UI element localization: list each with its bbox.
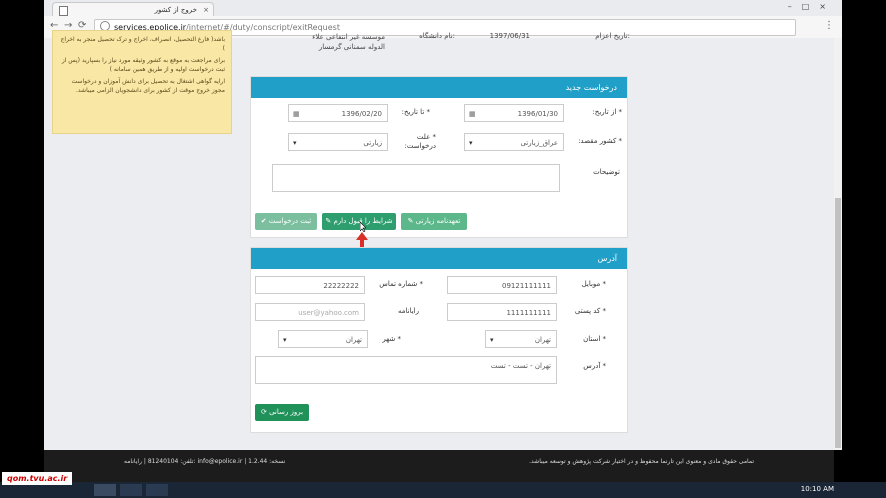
address-label: * آدرس <box>583 362 606 370</box>
close-window-icon[interactable]: × <box>819 2 836 11</box>
maximize-icon[interactable]: □ <box>802 2 820 11</box>
from-date-input[interactable]: ▦ 1396/01/30 <box>464 104 564 122</box>
wrench-icon: ✎ <box>407 217 416 225</box>
description-label: توضیحات <box>593 168 620 176</box>
page-icon <box>59 6 68 16</box>
taskbar-clock: 10:10 AM <box>800 485 834 493</box>
accept-terms-button[interactable]: ✎ شرایط را قبول دارم <box>322 213 396 230</box>
from-date-value: 1396/01/30 <box>517 110 558 118</box>
scrollbar[interactable] <box>834 38 842 450</box>
close-icon[interactable]: × <box>203 3 209 17</box>
phone-label: * شماره تماس <box>379 280 423 288</box>
mobile-input[interactable]: 09121111111 <box>447 276 557 294</box>
menu-icon[interactable]: ⋮ <box>824 20 834 31</box>
notice-line: باشد( فارغ التحصیل، انصراف، اخراج و ترک … <box>60 36 225 52</box>
chevron-down-icon: ▾ <box>490 336 494 344</box>
phone-input[interactable]: 22222222 <box>255 276 365 294</box>
address-textarea[interactable]: تهران - تست - تست <box>255 356 557 384</box>
notice-box: باشد( فارغ التحصیل، انصراف، اخراج و ترک … <box>52 30 232 134</box>
summary-row: تاریخ اعزام: 1397/06/31 نام دانشگاه: موس… <box>250 30 630 72</box>
footer-copyright: تمامی حقوق مادی و معنوی این تارنما محفوظ… <box>529 458 754 465</box>
to-date-value: 1396/02/20 <box>341 110 382 118</box>
city-label: * شهر <box>382 335 401 343</box>
site-footer: تلفن: 81240104 | رایانامه: info@epolice.… <box>44 450 834 482</box>
taskbar-app[interactable] <box>146 484 168 496</box>
date-label: تاریخ اعزام: <box>595 32 630 40</box>
to-date-label: * تا تاریخ: <box>401 108 430 116</box>
province-select[interactable]: ▾ تهران <box>485 330 557 348</box>
destination-value: عراق_زیارتی <box>520 139 558 147</box>
university-label: نام دانشگاه: <box>419 32 455 40</box>
submit-request-button[interactable]: ✔ ثبت درخواست <box>255 213 317 230</box>
email-input[interactable]: user@yahoo.com <box>255 303 365 321</box>
scrollbar-thumb[interactable] <box>835 198 841 448</box>
minimize-icon[interactable]: – <box>788 2 802 11</box>
reason-label: * علت درخواست: <box>404 133 436 150</box>
mouse-cursor-icon <box>360 222 366 232</box>
to-date-input[interactable]: ▦ 1396/02/20 <box>288 104 388 122</box>
tab-strip: خروج از کشور × –□× <box>44 0 842 17</box>
destination-select[interactable]: ▾ عراق_زیارتی <box>464 133 564 151</box>
from-date-label: * از تاریخ: <box>592 108 622 116</box>
city-select[interactable]: ▾ تهران <box>278 330 368 348</box>
calendar-icon[interactable]: ▦ <box>469 105 476 123</box>
panel-title: درخواست جدید <box>251 77 627 98</box>
postal-code-input[interactable]: 1111111111 <box>447 303 557 321</box>
browser-tab[interactable]: خروج از کشور × <box>52 2 214 17</box>
chevron-down-icon: ▾ <box>283 336 287 344</box>
description-textarea[interactable] <box>272 164 560 192</box>
chevron-down-icon: ▾ <box>469 139 473 147</box>
check-icon: ✔ <box>260 217 269 225</box>
notice-line: ارایه گواهی اشتغال به تحصیل برای دانش آم… <box>71 78 225 94</box>
taskbar-app[interactable] <box>120 484 142 496</box>
panel-title: آدرس <box>251 248 627 269</box>
postal-code-label: * کد پستی <box>574 307 606 315</box>
tab-title: خروج از کشور <box>154 6 197 14</box>
window-controls[interactable]: –□× <box>788 2 836 11</box>
email-label: رایانامه <box>398 307 419 315</box>
reason-select[interactable]: ▾ زیارتی <box>288 133 388 151</box>
mobile-label: * موبایل <box>581 280 606 288</box>
calendar-icon[interactable]: ▦ <box>293 105 300 123</box>
notice-line: برای مراجعت به موقع به کشور وثیقه مورد ن… <box>61 57 225 73</box>
taskbar-app[interactable] <box>94 484 116 496</box>
date-value: 1397/06/31 <box>489 32 530 40</box>
chevron-down-icon: ▾ <box>293 139 297 147</box>
reason-value: زیارتی <box>363 139 382 147</box>
watermark: qom.tvu.ac.ir <box>2 472 73 485</box>
windows-taskbar: 10:10 AM <box>0 482 886 498</box>
province-label: * استان <box>583 335 606 343</box>
destination-label: * کشور مقصد: <box>578 137 622 145</box>
pilgrimage-pledge-button[interactable]: ✎ تعهدنامه زیارتی <box>401 213 467 230</box>
footer-contact: تلفن: 81240104 | رایانامه: info@epolice.… <box>124 458 286 465</box>
university-value: موسسه غیر انتفاعی علاء الدوله سمنانی گرم… <box>312 33 385 51</box>
refresh-icon: ⟳ <box>260 408 270 416</box>
update-button[interactable]: ⟳ بروز رسانی <box>255 404 309 421</box>
